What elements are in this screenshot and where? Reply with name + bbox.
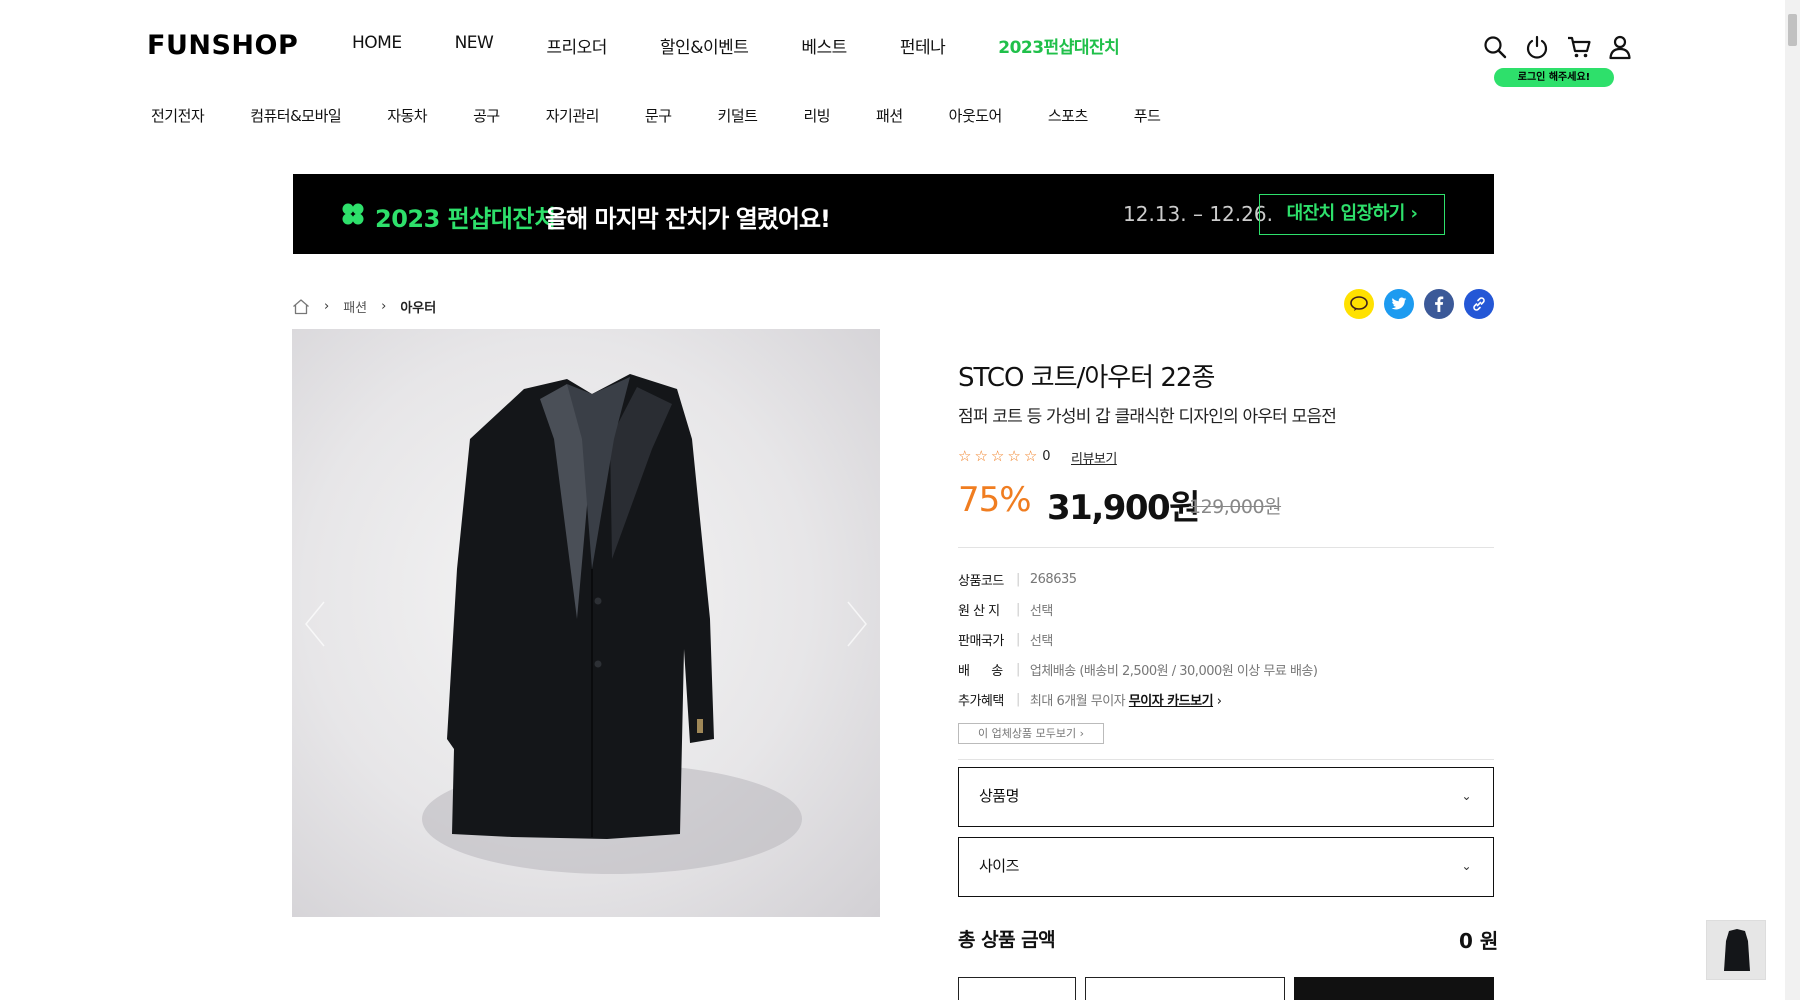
category-item[interactable]: 스포츠 xyxy=(1048,105,1088,126)
spec-value: 업체배송 (배송비 2,500원 / 30,000원 이상 무료 배송) xyxy=(1029,664,1318,679)
star-icon: ☆ xyxy=(1023,447,1038,465)
nav-preorder[interactable]: 프리오더 xyxy=(546,33,607,58)
banner-subtitle: 올해 마지막 잔치가 열렸어요! xyxy=(545,205,831,233)
facebook-share-icon[interactable] xyxy=(1424,289,1454,319)
nav-festival[interactable]: 2023펀샵대잔치 xyxy=(998,33,1120,58)
spec-row: 추가혜택 | 최대 6개월 무이자 무이자 카드보기 › xyxy=(958,692,1222,709)
star-icon: ☆ xyxy=(958,447,972,465)
original-price: 129,000원 xyxy=(1189,496,1282,518)
size-option-select[interactable]: 사이즈 ⌄ xyxy=(958,837,1494,897)
category-item[interactable]: 자기관리 xyxy=(546,105,600,126)
category-item[interactable]: 자동차 xyxy=(387,105,427,126)
cart-icon[interactable] xyxy=(1566,34,1592,60)
coat-thumbnail xyxy=(1724,929,1750,971)
star-icon: ☆ xyxy=(1007,447,1021,465)
spec-value: 선택 xyxy=(1029,604,1053,619)
buy-now-button[interactable] xyxy=(1294,977,1494,1000)
spec-key: 판매국가 xyxy=(958,634,1004,649)
link-copy-icon[interactable] xyxy=(1464,289,1494,319)
nav-new[interactable]: NEW xyxy=(455,33,494,58)
funshop-logo[interactable]: FUNSHOP xyxy=(147,30,298,61)
chevron-right-icon: › xyxy=(324,299,330,314)
rating-count: 0 xyxy=(1042,448,1051,464)
vendor-all-products-button[interactable]: 이 업체상품 모두보기 › xyxy=(958,723,1104,744)
product-image[interactable] xyxy=(292,329,880,917)
divider xyxy=(958,547,1494,548)
banner-title: 2023 펀샵대잔치 xyxy=(375,205,556,233)
spec-key: 배 송 xyxy=(958,664,1003,679)
spec-value: 최대 6개월 무이자 무이자 카드보기 › xyxy=(1029,694,1222,709)
spec-row: 판매국가 | 선택 xyxy=(958,632,1053,649)
user-icon[interactable] xyxy=(1607,34,1633,60)
banner-date: 12.13. – 12.26. xyxy=(1123,202,1273,226)
product-option-select[interactable]: 상품명 ⌄ xyxy=(958,767,1494,827)
category-item[interactable]: 푸드 xyxy=(1134,105,1161,126)
category-nav: 전기전자 컴퓨터&모바일 자동차 공구 자기관리 문구 키덜트 리빙 패션 아웃… xyxy=(151,105,1206,126)
interest-free-card-link[interactable]: 무이자 카드보기 xyxy=(1129,694,1214,709)
nav-home[interactable]: HOME xyxy=(352,33,402,58)
category-item[interactable]: 패션 xyxy=(876,105,903,126)
category-item[interactable]: 문구 xyxy=(645,105,672,126)
total-value: 0 원 xyxy=(1459,929,1499,953)
prev-image-arrow-icon[interactable] xyxy=(302,599,328,649)
spec-value: 268635 xyxy=(1029,572,1077,587)
category-item[interactable]: 키덜트 xyxy=(718,105,758,126)
twitter-share-icon[interactable] xyxy=(1384,289,1414,319)
discount-rate: 75% xyxy=(958,480,1032,520)
nav-funtena[interactable]: 펀테나 xyxy=(900,33,946,58)
banner-enter-button[interactable]: 대잔치 입장하기 › xyxy=(1259,194,1445,235)
chevron-right-icon: › xyxy=(381,299,387,314)
nav-sale-event[interactable]: 할인&이벤트 xyxy=(660,33,749,58)
scrollbar-thumb[interactable] xyxy=(1788,14,1797,46)
rating-stars: ☆ ☆ ☆ ☆ ☆ 0 xyxy=(958,447,1051,465)
sale-price: 31,900원 xyxy=(1047,488,1200,528)
clover-icon xyxy=(342,203,364,225)
main-nav: HOME NEW 프리오더 할인&이벤트 베스트 펀테나 2023펀샵대잔치 xyxy=(352,33,1172,58)
divider xyxy=(958,759,1494,760)
review-link[interactable]: 리뷰보기 xyxy=(1071,448,1117,467)
search-icon[interactable] xyxy=(1482,34,1508,60)
category-item[interactable]: 컴퓨터&모바일 xyxy=(250,105,342,126)
recently-viewed-thumbnail[interactable] xyxy=(1706,920,1766,980)
spec-row: 배 송 | 업체배송 (배송비 2,500원 / 30,000원 이상 무료 배송… xyxy=(958,662,1318,679)
spec-key: 상품코드 xyxy=(958,574,1004,589)
coat-illustration xyxy=(422,374,802,874)
spec-value: 선택 xyxy=(1029,634,1053,649)
breadcrumb-outer[interactable]: 아우터 xyxy=(400,297,436,316)
spec-key: 원 산 지 xyxy=(958,604,1000,619)
product-title: STCO 코트/아우터 22종 xyxy=(958,363,1215,393)
product-description: 점퍼 코트 등 가성비 갑 클래식한 디자인의 아우터 모음전 xyxy=(958,407,1337,427)
category-item[interactable]: 리빙 xyxy=(803,105,830,126)
spec-row: 상품코드 | 268635 xyxy=(958,572,1077,589)
festival-banner[interactable]: 2023 펀샵대잔치 올해 마지막 잔치가 열렸어요! 12.13. – 12.… xyxy=(293,174,1494,254)
spec-key: 추가혜택 xyxy=(958,694,1004,709)
breadcrumb-fashion[interactable]: 패션 xyxy=(343,297,367,316)
chevron-down-icon: ⌄ xyxy=(1461,789,1471,803)
nav-best[interactable]: 베스트 xyxy=(801,33,847,58)
home-icon[interactable] xyxy=(292,298,310,315)
star-icon: ☆ xyxy=(990,447,1005,465)
spec-row: 원 산 지 | 선택 xyxy=(958,602,1053,619)
login-tooltip[interactable]: 로그인 해주세요! xyxy=(1494,68,1614,87)
total-label: 총 상품 금액 xyxy=(958,929,1056,951)
chevron-down-icon: ⌄ xyxy=(1461,859,1471,873)
breadcrumb: › 패션 › 아우터 xyxy=(292,297,436,316)
wishlist-button[interactable] xyxy=(958,977,1076,1000)
star-icon: ☆ xyxy=(974,447,988,465)
category-item[interactable]: 공구 xyxy=(473,105,500,126)
kakao-share-icon[interactable] xyxy=(1344,289,1374,319)
cart-button[interactable] xyxy=(1085,977,1285,1000)
scrollbar-track[interactable] xyxy=(1785,0,1800,1000)
next-image-arrow-icon[interactable] xyxy=(844,599,870,649)
power-icon[interactable] xyxy=(1524,34,1550,60)
category-item[interactable]: 아웃도어 xyxy=(949,105,1003,126)
category-item[interactable]: 전기전자 xyxy=(151,105,205,126)
